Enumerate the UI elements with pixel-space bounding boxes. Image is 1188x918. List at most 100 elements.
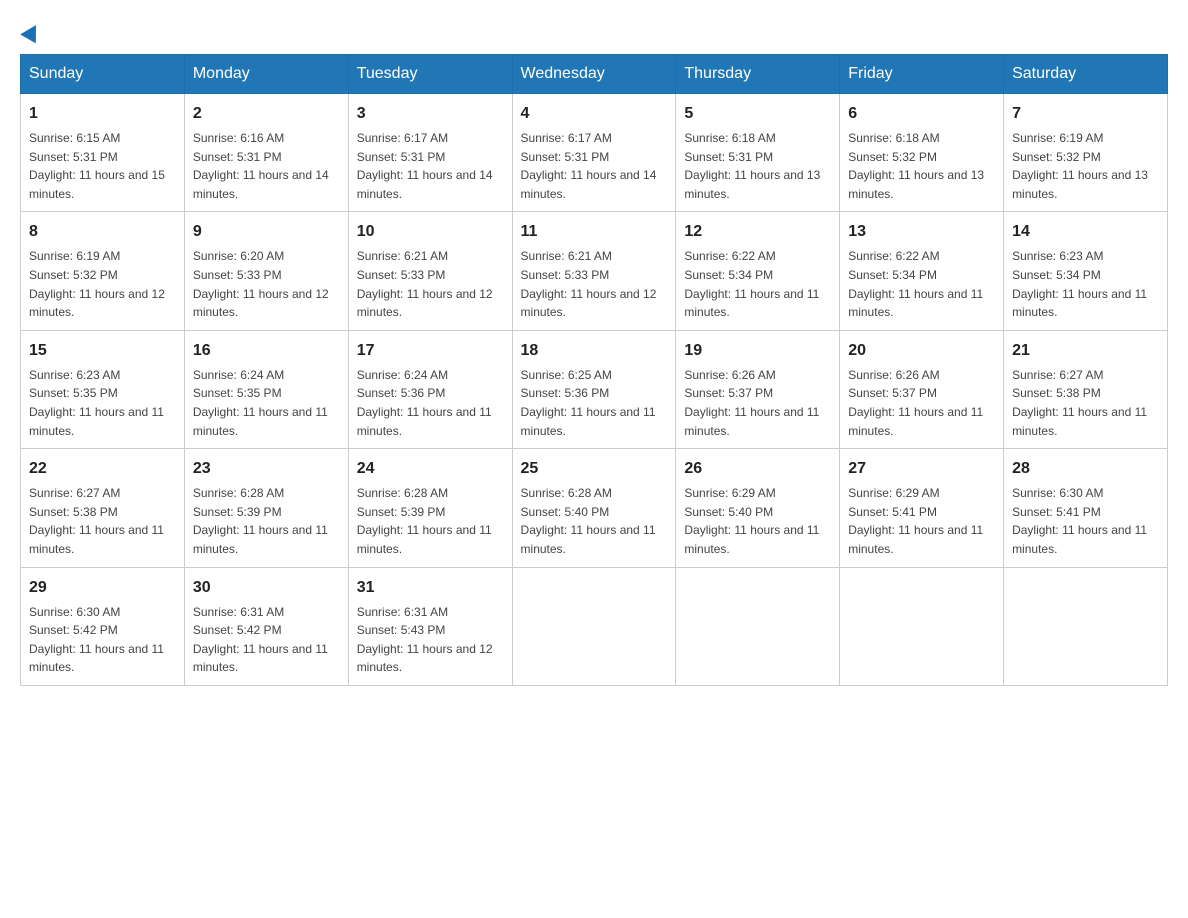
logo	[20, 20, 41, 34]
day-header-monday: Monday	[184, 55, 348, 94]
day-info: Sunrise: 6:22 AMSunset: 5:34 PMDaylight:…	[684, 247, 831, 321]
day-number: 20	[848, 339, 995, 363]
day-info: Sunrise: 6:24 AMSunset: 5:36 PMDaylight:…	[357, 366, 504, 440]
day-header-sunday: Sunday	[21, 55, 185, 94]
calendar-day-cell: 5 Sunrise: 6:18 AMSunset: 5:31 PMDaylight…	[676, 94, 840, 212]
calendar-day-cell: 12 Sunrise: 6:22 AMSunset: 5:34 PMDayligh…	[676, 212, 840, 330]
calendar-day-cell: 6Sunrise: 6:18 AMSunset: 5:32 PMDaylight…	[840, 94, 1004, 212]
day-number: 5	[684, 102, 831, 126]
day-info: Sunrise: 6:15 AMSunset: 5:31 PMDaylight:…	[29, 129, 176, 203]
day-number: 2	[193, 102, 340, 126]
day-info: Sunrise: 6:27 AMSunset: 5:38 PMDaylight:…	[29, 484, 176, 558]
page-header	[20, 20, 1168, 34]
day-info: Sunrise: 6:23 AMSunset: 5:35 PMDaylight:…	[29, 366, 176, 440]
day-number: 24	[357, 457, 504, 481]
day-number: 9	[193, 220, 340, 244]
calendar-table: SundayMondayTuesdayWednesdayThursdayFrid…	[20, 54, 1168, 686]
day-header-wednesday: Wednesday	[512, 55, 676, 94]
day-number: 15	[29, 339, 176, 363]
empty-day-cell	[512, 567, 676, 685]
day-info: Sunrise: 6:31 AMSunset: 5:43 PMDaylight:…	[357, 603, 504, 677]
day-info: Sunrise: 6:20 AMSunset: 5:33 PMDaylight:…	[193, 247, 340, 321]
day-info: Sunrise: 6:31 AMSunset: 5:42 PMDaylight:…	[193, 603, 340, 677]
day-header-saturday: Saturday	[1004, 55, 1168, 94]
calendar-day-cell: 3Sunrise: 6:17 AMSunset: 5:31 PMDaylight…	[348, 94, 512, 212]
calendar-day-cell: 19 Sunrise: 6:26 AMSunset: 5:37 PMDayligh…	[676, 330, 840, 448]
day-info: Sunrise: 6:21 AMSunset: 5:33 PMDaylight:…	[521, 247, 668, 321]
calendar-day-cell: 14 Sunrise: 6:23 AMSunset: 5:34 PMDayligh…	[1004, 212, 1168, 330]
calendar-day-cell: 24 Sunrise: 6:28 AMSunset: 5:39 PMDayligh…	[348, 449, 512, 567]
calendar-day-cell: 2 Sunrise: 6:16 AMSunset: 5:31 PMDaylight…	[184, 94, 348, 212]
day-header-friday: Friday	[840, 55, 1004, 94]
calendar-day-cell: 26 Sunrise: 6:29 AMSunset: 5:40 PMDayligh…	[676, 449, 840, 567]
day-info: Sunrise: 6:23 AMSunset: 5:34 PMDaylight:…	[1012, 247, 1159, 321]
calendar-day-cell: 4 Sunrise: 6:17 AMSunset: 5:31 PMDaylight…	[512, 94, 676, 212]
day-info: Sunrise: 6:18 AMSunset: 5:31 PMDaylight:…	[684, 129, 831, 203]
calendar-day-cell: 22 Sunrise: 6:27 AMSunset: 5:38 PMDayligh…	[21, 449, 185, 567]
calendar-week-row: 15 Sunrise: 6:23 AMSunset: 5:35 PMDayligh…	[21, 330, 1168, 448]
day-number: 25	[521, 457, 668, 481]
empty-day-cell	[840, 567, 1004, 685]
day-info: Sunrise: 6:25 AMSunset: 5:36 PMDaylight:…	[521, 366, 668, 440]
calendar-day-cell: 15 Sunrise: 6:23 AMSunset: 5:35 PMDayligh…	[21, 330, 185, 448]
day-number: 3	[357, 102, 504, 126]
day-number: 14	[1012, 220, 1159, 244]
calendar-day-cell: 10Sunrise: 6:21 AMSunset: 5:33 PMDayligh…	[348, 212, 512, 330]
day-info: Sunrise: 6:27 AMSunset: 5:38 PMDaylight:…	[1012, 366, 1159, 440]
day-info: Sunrise: 6:17 AMSunset: 5:31 PMDaylight:…	[521, 129, 668, 203]
calendar-day-cell: 9 Sunrise: 6:20 AMSunset: 5:33 PMDaylight…	[184, 212, 348, 330]
day-number: 12	[684, 220, 831, 244]
day-number: 7	[1012, 102, 1159, 126]
calendar-day-cell: 31 Sunrise: 6:31 AMSunset: 5:43 PMDayligh…	[348, 567, 512, 685]
day-number: 13	[848, 220, 995, 244]
logo-triangle-icon	[20, 21, 44, 44]
day-info: Sunrise: 6:26 AMSunset: 5:37 PMDaylight:…	[684, 366, 831, 440]
day-number: 28	[1012, 457, 1159, 481]
calendar-day-cell: 18 Sunrise: 6:25 AMSunset: 5:36 PMDayligh…	[512, 330, 676, 448]
day-number: 18	[521, 339, 668, 363]
calendar-day-cell: 7 Sunrise: 6:19 AMSunset: 5:32 PMDaylight…	[1004, 94, 1168, 212]
day-number: 1	[29, 102, 176, 126]
day-number: 19	[684, 339, 831, 363]
calendar-week-row: 1 Sunrise: 6:15 AMSunset: 5:31 PMDaylight…	[21, 94, 1168, 212]
day-info: Sunrise: 6:30 AMSunset: 5:41 PMDaylight:…	[1012, 484, 1159, 558]
calendar-day-cell: 23Sunrise: 6:28 AMSunset: 5:39 PMDayligh…	[184, 449, 348, 567]
day-number: 22	[29, 457, 176, 481]
day-info: Sunrise: 6:16 AMSunset: 5:31 PMDaylight:…	[193, 129, 340, 203]
empty-day-cell	[1004, 567, 1168, 685]
day-info: Sunrise: 6:19 AMSunset: 5:32 PMDaylight:…	[1012, 129, 1159, 203]
calendar-day-cell: 1 Sunrise: 6:15 AMSunset: 5:31 PMDaylight…	[21, 94, 185, 212]
calendar-day-cell: 11 Sunrise: 6:21 AMSunset: 5:33 PMDayligh…	[512, 212, 676, 330]
empty-day-cell	[676, 567, 840, 685]
day-number: 26	[684, 457, 831, 481]
calendar-day-cell: 28 Sunrise: 6:30 AMSunset: 5:41 PMDayligh…	[1004, 449, 1168, 567]
day-number: 8	[29, 220, 176, 244]
day-number: 29	[29, 576, 176, 600]
day-info: Sunrise: 6:22 AMSunset: 5:34 PMDaylight:…	[848, 247, 995, 321]
day-info: Sunrise: 6:28 AMSunset: 5:39 PMDaylight:…	[357, 484, 504, 558]
day-number: 11	[521, 220, 668, 244]
day-number: 4	[521, 102, 668, 126]
day-number: 16	[193, 339, 340, 363]
calendar-day-cell: 21Sunrise: 6:27 AMSunset: 5:38 PMDayligh…	[1004, 330, 1168, 448]
calendar-day-cell: 8 Sunrise: 6:19 AMSunset: 5:32 PMDaylight…	[21, 212, 185, 330]
day-number: 30	[193, 576, 340, 600]
calendar-day-cell: 29Sunrise: 6:30 AMSunset: 5:42 PMDayligh…	[21, 567, 185, 685]
day-number: 31	[357, 576, 504, 600]
calendar-week-row: 29Sunrise: 6:30 AMSunset: 5:42 PMDayligh…	[21, 567, 1168, 685]
day-number: 23	[193, 457, 340, 481]
calendar-day-cell: 25 Sunrise: 6:28 AMSunset: 5:40 PMDayligh…	[512, 449, 676, 567]
day-header-thursday: Thursday	[676, 55, 840, 94]
day-number: 27	[848, 457, 995, 481]
calendar-day-cell: 30 Sunrise: 6:31 AMSunset: 5:42 PMDayligh…	[184, 567, 348, 685]
calendar-day-cell: 13 Sunrise: 6:22 AMSunset: 5:34 PMDayligh…	[840, 212, 1004, 330]
day-info: Sunrise: 6:19 AMSunset: 5:32 PMDaylight:…	[29, 247, 176, 321]
day-number: 10	[357, 220, 504, 244]
day-info: Sunrise: 6:18 AMSunset: 5:32 PMDaylight:…	[848, 129, 995, 203]
day-info: Sunrise: 6:28 AMSunset: 5:40 PMDaylight:…	[521, 484, 668, 558]
day-info: Sunrise: 6:24 AMSunset: 5:35 PMDaylight:…	[193, 366, 340, 440]
day-number: 17	[357, 339, 504, 363]
calendar-header-row: SundayMondayTuesdayWednesdayThursdayFrid…	[21, 55, 1168, 94]
day-info: Sunrise: 6:29 AMSunset: 5:40 PMDaylight:…	[684, 484, 831, 558]
calendar-day-cell: 27Sunrise: 6:29 AMSunset: 5:41 PMDayligh…	[840, 449, 1004, 567]
